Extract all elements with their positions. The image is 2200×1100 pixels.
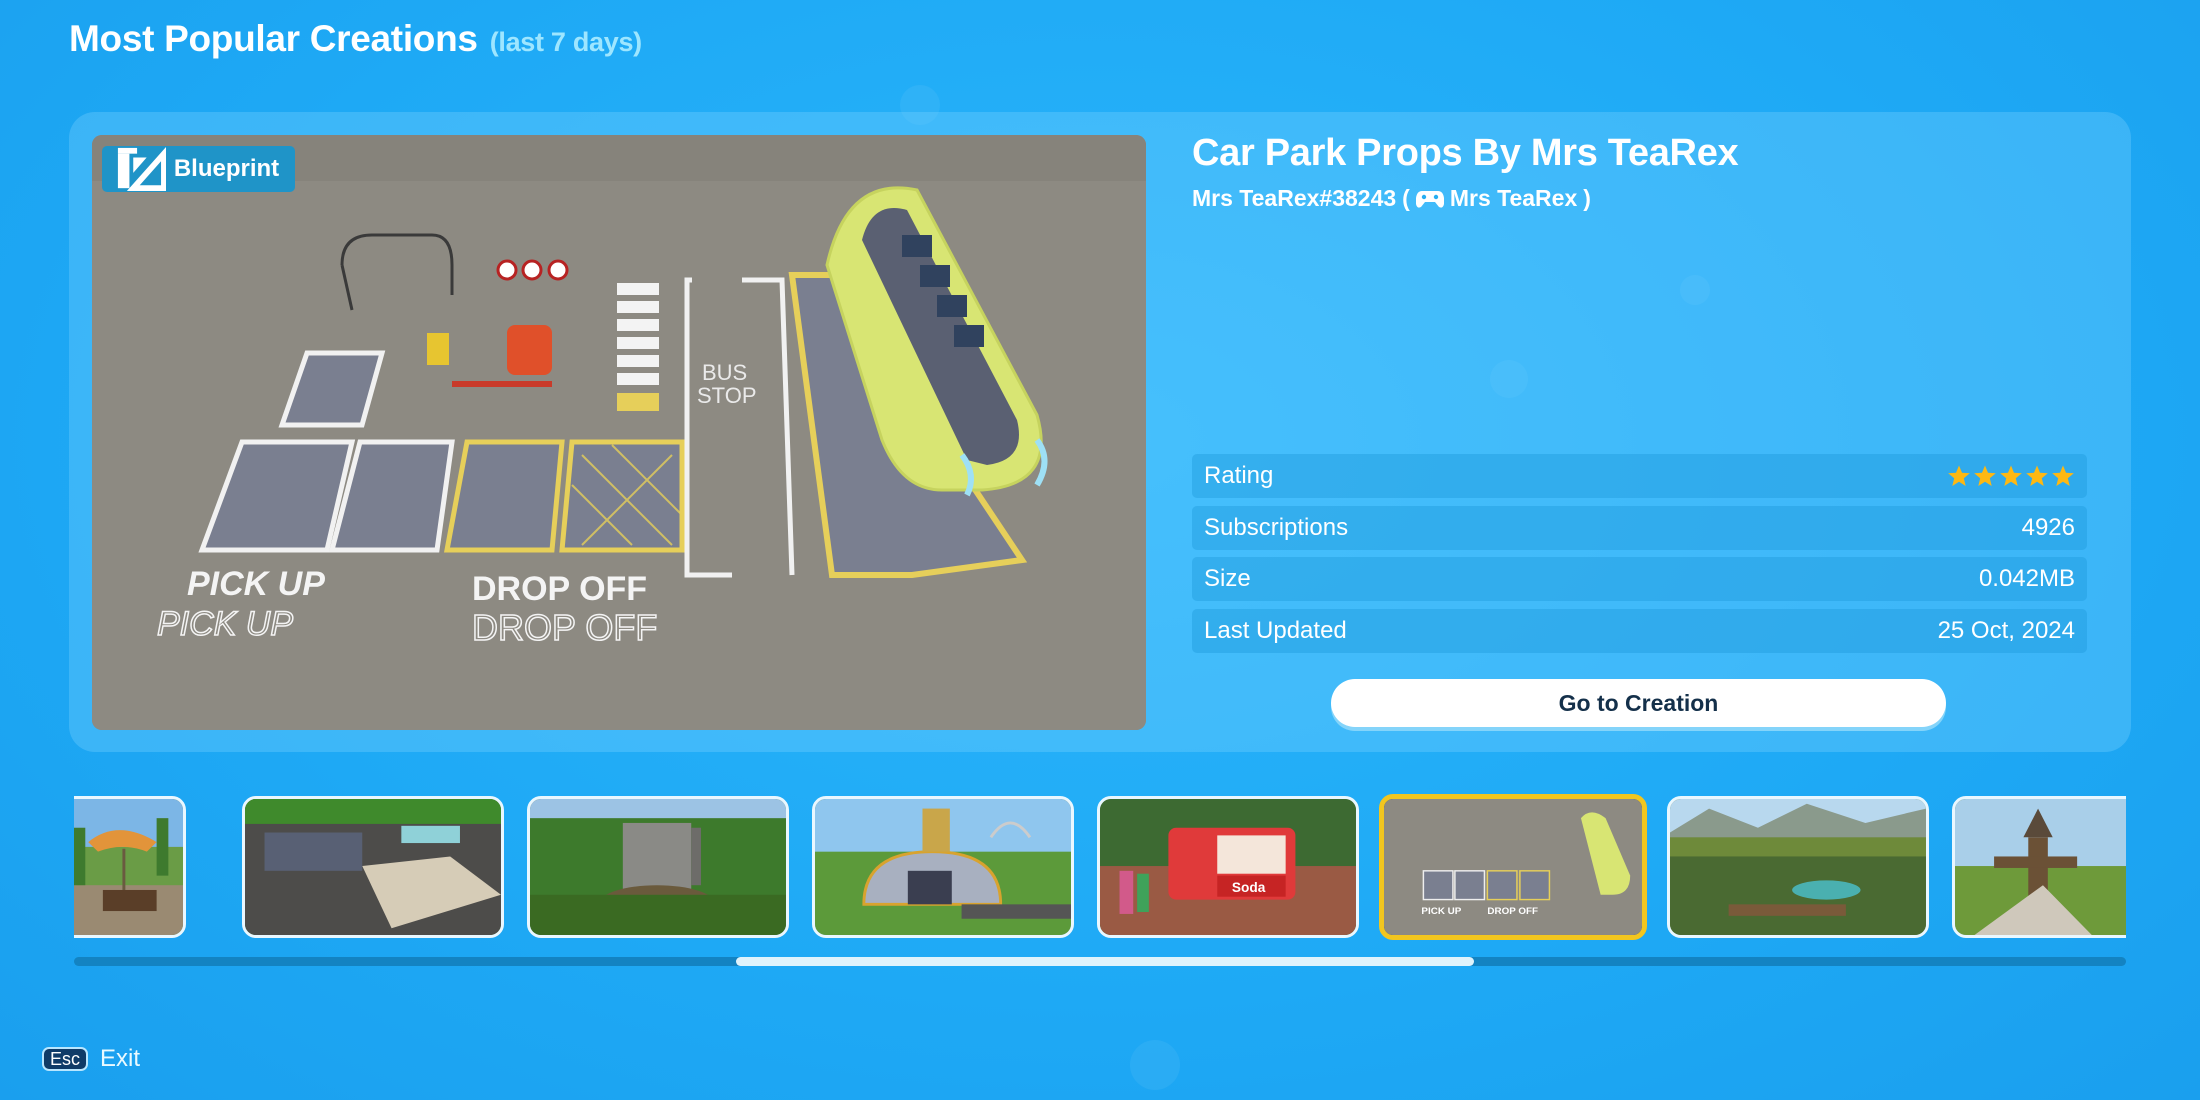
carousel-item[interactable] <box>242 796 504 938</box>
blueprint-badge: Blueprint <box>102 146 296 192</box>
stat-value: 4926 <box>2021 513 2075 541</box>
carousel-item[interactable] <box>812 796 1074 938</box>
thumb-car-park-props: PICK UP DROP OFF <box>1384 799 1642 935</box>
creation-info: Car Park Props By Mrs TeaRex Mrs TeaRex#… <box>1192 132 2087 212</box>
carousel-item[interactable] <box>527 796 789 938</box>
creator-name[interactable]: Mrs TeaRex <box>1450 185 1577 212</box>
go-to-creation-button[interactable]: Go to Creation <box>1331 679 1946 727</box>
page-subtitle: (last 7 days) <box>489 27 642 57</box>
esc-key-icon: Esc <box>42 1047 89 1071</box>
thumb-picnic-area <box>74 799 183 935</box>
page-title: Most Popular Creations (last 7 days) <box>69 18 642 60</box>
carousel-item[interactable] <box>1667 796 1929 938</box>
stat-label: Size <box>1204 565 1251 592</box>
blueprint-badge-label: Blueprint <box>173 155 280 182</box>
featured-image[interactable]: BUS STOP PICK UP PICK UP DROP OFF DROP O… <box>92 135 1146 730</box>
stat-label: Subscriptions <box>1204 513 1349 541</box>
thumb-coaster-station <box>815 799 1071 935</box>
creator-id: Mrs TeaRex#38243 <box>1192 185 1397 211</box>
svg-text:BUS: BUS <box>702 360 747 385</box>
svg-text:PICK UP: PICK UP <box>1421 906 1461 917</box>
carousel-item[interactable] <box>1952 796 2126 938</box>
carousel-item-selected[interactable]: PICK UP DROP OFF <box>1379 794 1647 940</box>
star-icon <box>1974 465 1996 486</box>
background-bubble <box>1130 1040 1180 1090</box>
carousel-scrollbar-thumb[interactable] <box>736 957 1474 966</box>
svg-text:Soda: Soda <box>1232 880 1266 895</box>
svg-text:DROP OFF: DROP OFF <box>1487 906 1538 917</box>
featured-creation-panel: BUS STOP PICK UP PICK UP DROP OFF DROP O… <box>69 112 2131 752</box>
footer-hints: Esc Exit <box>42 1045 140 1073</box>
stat-row-size: Size 0.042MB <box>1192 557 2087 601</box>
stat-row-rating: Rating <box>1192 454 2087 498</box>
creator-line: Mrs TeaRex#38243 ( Mrs TeaRex ) <box>1192 185 2087 212</box>
stat-row-subscriptions: Subscriptions 4926 <box>1192 505 2087 550</box>
thumb-parking-lot <box>245 799 501 935</box>
stat-value: 25 Oct, 2024 <box>1937 616 2075 644</box>
exit-button[interactable]: Exit <box>100 1045 140 1073</box>
featured-image-art: BUS STOP PICK UP PICK UP DROP OFF DROP O… <box>92 135 1146 730</box>
creation-stats: Rating Subscriptions 4926 Size 0.042MB L… <box>1192 454 2087 660</box>
thumb-mountain-park <box>1670 799 1926 935</box>
gamepad-icon <box>1415 190 1444 208</box>
star-icon <box>1948 465 1970 486</box>
thumb-castle-ride <box>530 799 786 935</box>
star-icon <box>2000 465 2022 486</box>
svg-text:DROP OFF: DROP OFF <box>472 607 657 648</box>
carousel-item[interactable] <box>74 796 186 938</box>
svg-text:STOP: STOP <box>697 383 757 408</box>
stat-row-last-updated: Last Updated 25 Oct, 2024 <box>1192 608 2087 653</box>
creator-paren-close: ) <box>1583 185 1591 211</box>
stat-value: 0.042MB <box>1978 565 2075 592</box>
svg-text:PICK UP: PICK UP <box>187 565 325 603</box>
stat-label: Rating <box>1204 462 1274 489</box>
svg-text:PICK UP: PICK UP <box>157 605 293 643</box>
thumb-wooden-gate <box>1955 799 2126 935</box>
svg-text:DROP OFF: DROP OFF <box>472 570 647 608</box>
page-title-text: Most Popular Creations <box>69 18 478 59</box>
rating-stars <box>1947 464 2075 488</box>
creator-paren-open: ( <box>1402 185 1410 211</box>
blueprint-icon <box>117 147 166 192</box>
stat-label: Last Updated <box>1204 616 1347 644</box>
carousel-item[interactable]: Soda <box>1097 796 1359 938</box>
star-icon <box>2052 465 2074 486</box>
star-icon <box>2026 465 2048 486</box>
thumb-soda-cart: Soda <box>1100 799 1356 935</box>
creation-title: Car Park Props By Mrs TeaRex <box>1192 132 1739 174</box>
creations-carousel[interactable]: Soda PICK UP DROP OFF <box>74 794 2126 942</box>
